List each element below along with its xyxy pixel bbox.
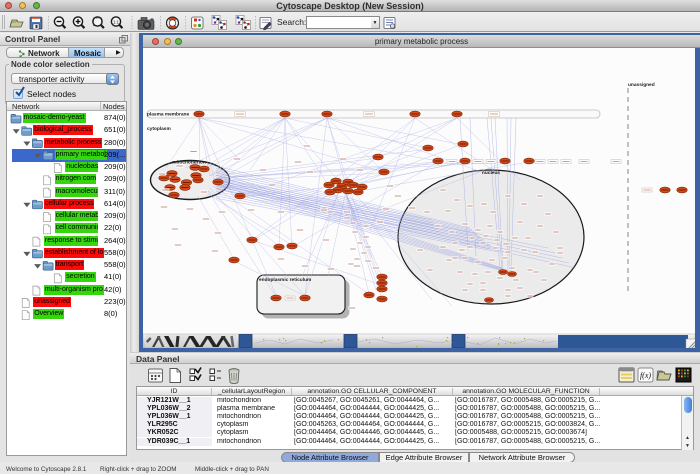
svg-text:nucleus: nucleus [482, 170, 500, 176]
svg-text:endoplasmic reticulum: endoplasmic reticulum [259, 277, 311, 283]
svg-text:plasma membrane: plasma membrane [147, 112, 189, 118]
svg-text:cytoplasm: cytoplasm [147, 126, 171, 132]
svg-text:f(x): f(x) [640, 371, 651, 380]
svg-text:1:1: 1:1 [113, 19, 119, 24]
svg-text:unassigned: unassigned [628, 82, 655, 88]
